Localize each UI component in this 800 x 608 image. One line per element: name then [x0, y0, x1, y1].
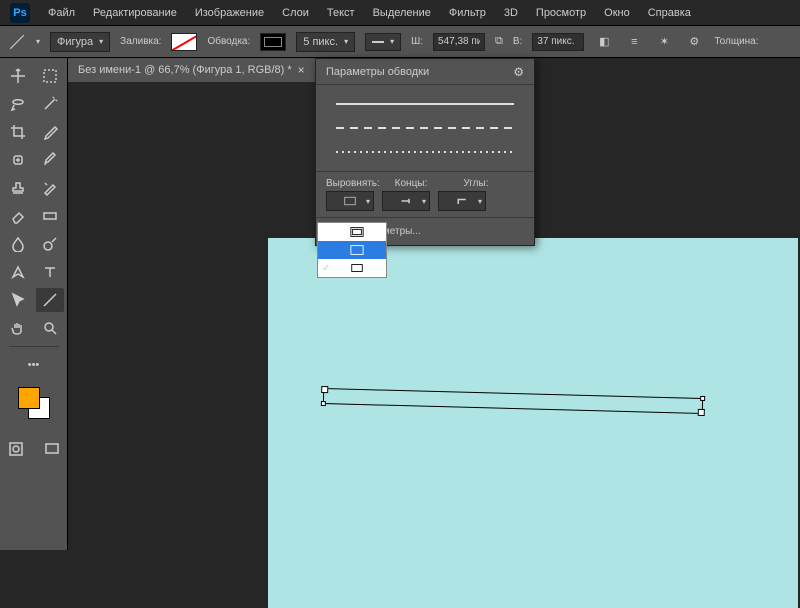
align-opt-outside[interactable]: ✓ [318, 259, 386, 277]
move-tool[interactable] [4, 64, 32, 88]
stroke-style-dropdown[interactable] [365, 33, 401, 51]
menu-filter[interactable]: Фильтр [449, 7, 486, 19]
popup-title: Параметры обводки [326, 66, 429, 78]
stroke-solid[interactable] [336, 103, 514, 105]
height-label: В: [513, 36, 522, 47]
stroke-size-dropdown[interactable]: 5 пикс. [296, 32, 355, 52]
caps-dropdown[interactable] [382, 191, 430, 211]
close-icon[interactable]: × [298, 63, 305, 77]
screenmode-icon[interactable] [38, 437, 66, 461]
canvas[interactable] [268, 238, 798, 608]
gear-icon[interactable]: ⚙ [513, 65, 524, 79]
more-tools[interactable]: ••• [9, 353, 59, 377]
menu-view[interactable]: Просмотр [536, 7, 586, 19]
menu-layers[interactable]: Слои [282, 7, 309, 19]
color-swatches[interactable] [18, 387, 50, 419]
fill-label: Заливка: [120, 36, 161, 47]
path-select-tool[interactable] [4, 288, 32, 312]
menu-help[interactable]: Справка [648, 7, 691, 19]
marquee-tool[interactable] [36, 64, 64, 88]
fill-swatch[interactable] [171, 33, 197, 51]
brush-tool[interactable] [36, 148, 64, 172]
wand-tool[interactable] [36, 92, 64, 116]
app-logo: Ps [10, 3, 30, 23]
lasso-tool[interactable] [4, 92, 32, 116]
menu-3d[interactable]: 3D [504, 7, 518, 19]
stroke-swatch[interactable] [260, 33, 286, 51]
thickness-label: Толщина: [714, 36, 758, 47]
link-icon[interactable]: ⧉ [495, 35, 503, 48]
pen-tool[interactable] [4, 260, 32, 284]
foreground-color[interactable] [18, 387, 40, 409]
arrange-icon[interactable]: ✶ [654, 32, 674, 52]
caps-label: Концы: [395, 178, 456, 189]
corners-label: Углы: [463, 178, 524, 189]
shape-rectangle[interactable] [323, 388, 703, 414]
gear-icon[interactable]: ⚙ [684, 32, 704, 52]
crop-tool[interactable] [4, 120, 32, 144]
line-tool[interactable] [36, 288, 64, 312]
align-label: Выровнять: [326, 178, 387, 189]
shape-mode-dropdown[interactable]: Фигура [50, 32, 110, 52]
stroke-dashed[interactable] [336, 127, 514, 129]
zoom-tool[interactable] [36, 316, 64, 340]
chevron-down-icon[interactable]: ▾ [36, 37, 40, 46]
menu-window[interactable]: Окно [604, 7, 630, 19]
stroke-label: Обводка: [207, 36, 250, 47]
menu-text[interactable]: Текст [327, 7, 355, 19]
align-dropdown-open: ✓ [317, 222, 387, 278]
stroke-options-popup: Параметры обводки ⚙ Выровнять: Концы: Уг… [315, 58, 535, 246]
heal-tool[interactable] [4, 148, 32, 172]
corners-dropdown[interactable] [438, 191, 486, 211]
options-bar: ▾ Фигура Заливка: Обводка: 5 пикс. Ш: ⧉ … [0, 26, 800, 58]
menu-file[interactable]: Файл [48, 7, 75, 19]
height-input[interactable] [532, 33, 584, 51]
tool-preset-icon[interactable] [8, 33, 26, 51]
document-tab[interactable]: Без имени-1 @ 66,7% (Фигура 1, RGB/8) * … [68, 58, 315, 82]
align-opt-inside[interactable] [318, 223, 386, 241]
eyedropper-tool[interactable] [36, 120, 64, 144]
align-dropdown[interactable]: ✓ [326, 191, 374, 211]
align-opt-center[interactable] [318, 241, 386, 259]
type-tool[interactable] [36, 260, 64, 284]
gradient-tool[interactable] [36, 204, 64, 228]
align-icon[interactable]: ≡ [624, 32, 644, 52]
width-input[interactable] [433, 33, 485, 51]
dodge-tool[interactable] [36, 232, 64, 256]
history-brush-tool[interactable] [36, 176, 64, 200]
width-label: Ш: [411, 36, 423, 47]
hand-tool[interactable] [4, 316, 32, 340]
tool-panel: ••• [0, 58, 68, 550]
stamp-tool[interactable] [4, 176, 32, 200]
menu-bar: Ps Файл Редактирование Изображение Слои … [0, 0, 800, 26]
menu-select[interactable]: Выделение [373, 7, 431, 19]
stroke-dotted[interactable] [336, 151, 514, 153]
quickmask-icon[interactable] [2, 437, 30, 461]
eraser-tool[interactable] [4, 204, 32, 228]
menu-image[interactable]: Изображение [195, 7, 264, 19]
blur-tool[interactable] [4, 232, 32, 256]
path-op-icon[interactable]: ◧ [594, 32, 614, 52]
menu-edit[interactable]: Редактирование [93, 7, 177, 19]
